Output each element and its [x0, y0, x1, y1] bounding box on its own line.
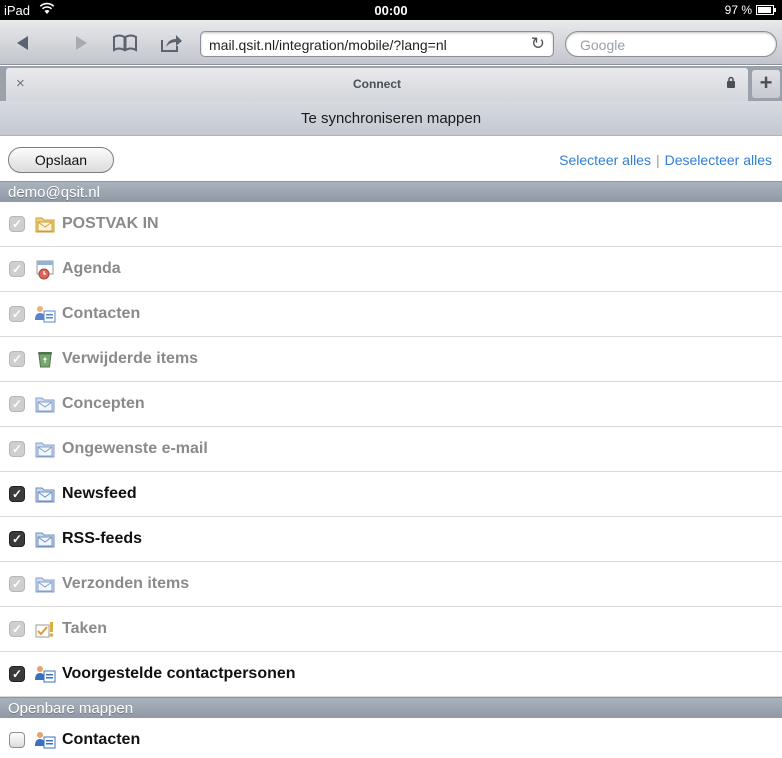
- section-header-label: demo@qsit.nl: [8, 184, 100, 201]
- mail-folder-icon: [34, 438, 56, 460]
- contacts-icon: [34, 663, 56, 685]
- folder-checkbox[interactable]: ✓: [9, 531, 25, 547]
- folder-row: ✓ Ongewenste e-mail: [0, 427, 782, 472]
- bookmarks-button[interactable]: [110, 30, 140, 56]
- folder-checkbox: ✓: [9, 621, 25, 637]
- folder-label: Newsfeed: [62, 485, 137, 502]
- folder-label: POSTVAK IN: [62, 215, 159, 232]
- contacts-icon: [34, 729, 56, 751]
- new-tab-button[interactable]: +: [752, 70, 780, 98]
- mail-folder-icon: [34, 393, 56, 415]
- calendar-icon: [34, 258, 56, 280]
- folder-label: Concepten: [62, 395, 145, 412]
- back-button[interactable]: [8, 30, 38, 56]
- battery-percentage: 97 %: [724, 3, 752, 17]
- folder-label: Verzonden items: [62, 575, 190, 592]
- browser-toolbar: mail.qsit.nl/integration/mobile/?lang=nl…: [0, 20, 782, 65]
- section-header: Openbare mappen: [0, 697, 782, 718]
- search-placeholder: Google: [580, 37, 626, 53]
- folder-checkbox: ✓: [9, 441, 25, 457]
- folder-checkbox[interactable]: ✓: [9, 666, 25, 682]
- folder-row: ✓ POSTVAK IN: [0, 202, 782, 247]
- section-header-label: Openbare mappen: [8, 700, 134, 717]
- tab-title: Connect: [353, 77, 401, 91]
- status-bar: iPad 00:00 97 %: [0, 0, 782, 20]
- battery-icon: [756, 5, 776, 15]
- url-text[interactable]: mail.qsit.nl/integration/mobile/?lang=nl: [209, 37, 447, 53]
- folder-label: Contacten: [62, 731, 141, 748]
- action-row: Opslaan Selecteer alles | Deselecteer alle…: [0, 137, 782, 181]
- folder-row[interactable]: Contacten: [0, 718, 782, 758]
- folder-row: ✓ Agenda: [0, 247, 782, 292]
- folder-label: Verwijderde items: [62, 350, 199, 367]
- tab-bar: × Connect +: [0, 66, 782, 101]
- folder-checkbox[interactable]: ✓: [9, 486, 25, 502]
- folder-checkbox: ✓: [9, 396, 25, 412]
- folder-checkbox: ✓: [9, 216, 25, 232]
- folder-row[interactable]: ✓ Voorgestelde contactpersonen: [0, 652, 782, 697]
- mail-folder-icon: [34, 573, 56, 595]
- folder-row[interactable]: ✓ Newsfeed: [0, 472, 782, 517]
- deselect-all-link[interactable]: Deselecteer alles: [665, 152, 772, 168]
- folder-label: RSS-feeds: [62, 530, 143, 547]
- folder-row: ✓ Concepten: [0, 382, 782, 427]
- link-separator: |: [655, 152, 660, 168]
- folder-row: ✓ Taken: [0, 607, 782, 652]
- trash-icon: [34, 348, 56, 370]
- folder-checkbox: ✓: [9, 576, 25, 592]
- address-bar[interactable]: mail.qsit.nl/integration/mobile/?lang=nl…: [200, 31, 554, 57]
- reload-icon[interactable]: ↻: [531, 34, 545, 54]
- folder-row[interactable]: ✓ RSS-feeds: [0, 517, 782, 562]
- page-title: Te synchroniseren mappen: [300, 110, 482, 127]
- save-button[interactable]: Opslaan: [8, 147, 114, 173]
- share-button[interactable]: [156, 30, 186, 56]
- mail-folder-icon: [34, 483, 56, 505]
- folder-label: Voorgestelde contactpersonen: [62, 665, 296, 682]
- search-input[interactable]: Google: [565, 31, 777, 57]
- folder-row: ✓ Contacten: [0, 292, 782, 337]
- select-all-link[interactable]: Selecteer alles: [559, 152, 651, 168]
- tab-connect[interactable]: × Connect: [6, 68, 748, 101]
- folder-checkbox: ✓: [9, 351, 25, 367]
- folder-label: Taken: [62, 620, 108, 637]
- page-header: Te synchroniseren mappen: [0, 101, 782, 136]
- folder-label: Ongewenste e-mail: [62, 440, 208, 457]
- lock-icon: [726, 76, 736, 91]
- section-header: demo@qsit.nl: [0, 181, 782, 202]
- mail-folder-icon: [34, 528, 56, 550]
- folder-label: Agenda: [62, 260, 121, 277]
- tasks-icon: [34, 618, 56, 640]
- folder-row: ✓ Verzonden items: [0, 562, 782, 607]
- folder-row: ✓ Verwijderde items: [0, 337, 782, 382]
- folder-checkbox[interactable]: [9, 732, 25, 748]
- selection-links: Selecteer alles | Deselecteer alles: [559, 152, 772, 168]
- clock: 00:00: [374, 3, 408, 18]
- contacts-icon: [34, 303, 56, 325]
- folder-checkbox: ✓: [9, 261, 25, 277]
- inbox-folder-icon: [34, 213, 56, 235]
- forward-button[interactable]: [66, 30, 96, 56]
- folder-checkbox: ✓: [9, 306, 25, 322]
- folder-label: Contacten: [62, 305, 141, 322]
